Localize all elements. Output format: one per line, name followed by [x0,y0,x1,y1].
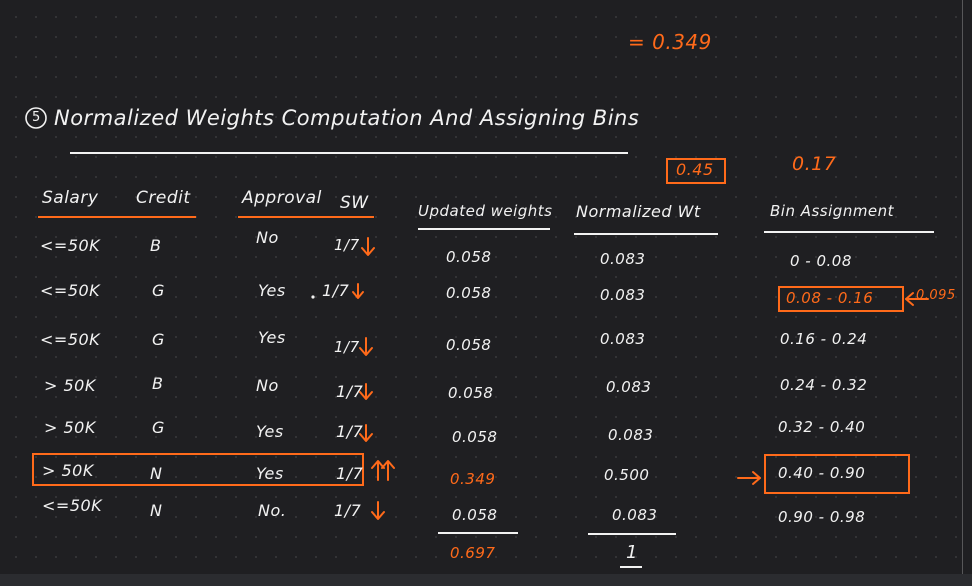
annotation-arrows [311,237,929,520]
down-arrow-icon [371,501,385,520]
down-arrow-icon [359,337,373,356]
down-arrow-icon [359,383,373,400]
right-arrow-icon [737,471,761,485]
bottom-bar [0,574,972,586]
canvas-edge [962,0,963,586]
double-up-arrow-icon [371,460,395,481]
down-arrow-icon [361,237,375,256]
decimal-dot [311,295,315,299]
down-arrow-icon [352,283,364,299]
down-arrow-icon [359,424,373,442]
left-arrow-icon [905,292,929,306]
